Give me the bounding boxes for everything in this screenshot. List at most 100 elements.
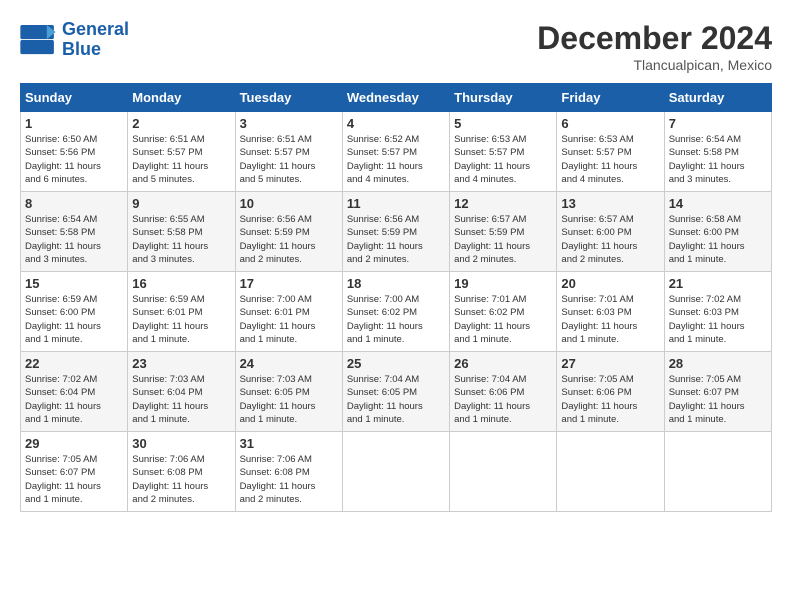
calendar-cell: 6 Sunrise: 6:53 AMSunset: 5:57 PMDaylight… <box>557 112 664 192</box>
day-info: Sunrise: 6:55 AMSunset: 5:58 PMDaylight:… <box>132 213 230 266</box>
day-number: 27 <box>561 356 659 371</box>
day-of-week-header: Thursday <box>450 84 557 112</box>
day-number: 28 <box>669 356 767 371</box>
calendar-cell: 20 Sunrise: 7:01 AMSunset: 6:03 PMDayligh… <box>557 272 664 352</box>
day-info: Sunrise: 6:56 AMSunset: 5:59 PMDaylight:… <box>347 213 445 266</box>
day-number: 10 <box>240 196 338 211</box>
day-info: Sunrise: 7:04 AMSunset: 6:05 PMDaylight:… <box>347 373 445 426</box>
day-info: Sunrise: 6:53 AMSunset: 5:57 PMDaylight:… <box>454 133 552 186</box>
day-number: 16 <box>132 276 230 291</box>
logo: General Blue <box>20 20 129 60</box>
day-info: Sunrise: 6:57 AMSunset: 6:00 PMDaylight:… <box>561 213 659 266</box>
calendar-cell: 21Sunrise: 7:02 AMSunset: 6:03 PMDayligh… <box>664 272 771 352</box>
calendar-cell: 25 Sunrise: 7:04 AMSunset: 6:05 PMDayligh… <box>342 352 449 432</box>
calendar-cell: 4Sunrise: 6:52 AMSunset: 5:57 PMDaylight… <box>342 112 449 192</box>
day-info: Sunrise: 6:56 AMSunset: 5:59 PMDaylight:… <box>240 213 338 266</box>
day-info: Sunrise: 6:54 AMSunset: 5:58 PMDaylight:… <box>25 213 123 266</box>
logo-icon <box>20 25 56 55</box>
calendar-week-row: 8 Sunrise: 6:54 AMSunset: 5:58 PMDaylight… <box>21 192 772 272</box>
day-of-week-header: Sunday <box>21 84 128 112</box>
day-number: 20 <box>561 276 659 291</box>
day-number: 17 <box>240 276 338 291</box>
day-info: Sunrise: 7:06 AMSunset: 6:08 PMDaylight:… <box>240 453 338 506</box>
day-number: 6 <box>561 116 659 131</box>
calendar-cell: 27 Sunrise: 7:05 AMSunset: 6:06 PMDayligh… <box>557 352 664 432</box>
day-info: Sunrise: 6:53 AMSunset: 5:57 PMDaylight:… <box>561 133 659 186</box>
calendar-cell: 30 Sunrise: 7:06 AMSunset: 6:08 PMDayligh… <box>128 432 235 512</box>
calendar-cell <box>342 432 449 512</box>
day-info: Sunrise: 7:04 AMSunset: 6:06 PMDaylight:… <box>454 373 552 426</box>
header: General Blue December 2024 Tlancualpican… <box>20 20 772 73</box>
day-info: Sunrise: 7:05 AMSunset: 6:07 PMDaylight:… <box>669 373 767 426</box>
calendar-cell: 14 Sunrise: 6:58 AMSunset: 6:00 PMDayligh… <box>664 192 771 272</box>
day-info: Sunrise: 7:03 AMSunset: 6:05 PMDaylight:… <box>240 373 338 426</box>
calendar-cell: 18 Sunrise: 7:00 AMSunset: 6:02 PMDayligh… <box>342 272 449 352</box>
logo-line1: General <box>62 19 129 39</box>
day-number: 31 <box>240 436 338 451</box>
day-info: Sunrise: 6:51 AMSunset: 5:57 PMDaylight:… <box>132 133 230 186</box>
day-number: 8 <box>25 196 123 211</box>
day-info: Sunrise: 7:06 AMSunset: 6:08 PMDaylight:… <box>132 453 230 506</box>
day-of-week-header: Wednesday <box>342 84 449 112</box>
calendar-cell: 9 Sunrise: 6:55 AMSunset: 5:58 PMDaylight… <box>128 192 235 272</box>
day-info: Sunrise: 6:52 AMSunset: 5:57 PMDaylight:… <box>347 133 445 186</box>
day-number: 26 <box>454 356 552 371</box>
day-info: Sunrise: 6:58 AMSunset: 6:00 PMDaylight:… <box>669 213 767 266</box>
day-number: 24 <box>240 356 338 371</box>
day-number: 23 <box>132 356 230 371</box>
calendar-cell: 16 Sunrise: 6:59 AMSunset: 6:01 PMDayligh… <box>128 272 235 352</box>
day-info: Sunrise: 6:50 AMSunset: 5:56 PMDaylight:… <box>25 133 123 186</box>
calendar-cell: 12Sunrise: 6:57 AMSunset: 5:59 PMDayligh… <box>450 192 557 272</box>
day-of-week-header: Monday <box>128 84 235 112</box>
calendar-week-row: 22 Sunrise: 7:02 AMSunset: 6:04 PMDayligh… <box>21 352 772 432</box>
day-number: 30 <box>132 436 230 451</box>
day-number: 2 <box>132 116 230 131</box>
calendar-cell: 11 Sunrise: 6:56 AMSunset: 5:59 PMDayligh… <box>342 192 449 272</box>
day-of-week-header: Tuesday <box>235 84 342 112</box>
day-of-week-header: Saturday <box>664 84 771 112</box>
day-number: 13 <box>561 196 659 211</box>
calendar-cell: 7Sunrise: 6:54 AMSunset: 5:58 PMDaylight… <box>664 112 771 192</box>
calendar-cell: 22 Sunrise: 7:02 AMSunset: 6:04 PMDayligh… <box>21 352 128 432</box>
logo-text: General Blue <box>62 20 129 60</box>
calendar-cell: 28 Sunrise: 7:05 AMSunset: 6:07 PMDayligh… <box>664 352 771 432</box>
day-info: Sunrise: 7:05 AMSunset: 6:07 PMDaylight:… <box>25 453 123 506</box>
day-info: Sunrise: 7:01 AMSunset: 6:02 PMDaylight:… <box>454 293 552 346</box>
calendar-header-row: SundayMondayTuesdayWednesdayThursdayFrid… <box>21 84 772 112</box>
calendar-cell: 19Sunrise: 7:01 AMSunset: 6:02 PMDayligh… <box>450 272 557 352</box>
calendar-cell <box>557 432 664 512</box>
day-info: Sunrise: 6:59 AMSunset: 6:00 PMDaylight:… <box>25 293 123 346</box>
location-subtitle: Tlancualpican, Mexico <box>537 57 772 73</box>
day-of-week-header: Friday <box>557 84 664 112</box>
calendar-cell <box>664 432 771 512</box>
calendar-cell: 10 Sunrise: 6:56 AMSunset: 5:59 PMDayligh… <box>235 192 342 272</box>
day-number: 15 <box>25 276 123 291</box>
day-number: 11 <box>347 196 445 211</box>
day-info: Sunrise: 6:51 AMSunset: 5:57 PMDaylight:… <box>240 133 338 186</box>
day-number: 29 <box>25 436 123 451</box>
day-number: 5 <box>454 116 552 131</box>
day-info: Sunrise: 7:00 AMSunset: 6:02 PMDaylight:… <box>347 293 445 346</box>
day-info: Sunrise: 7:05 AMSunset: 6:06 PMDaylight:… <box>561 373 659 426</box>
calendar-cell: 31 Sunrise: 7:06 AMSunset: 6:08 PMDayligh… <box>235 432 342 512</box>
calendar-cell: 24 Sunrise: 7:03 AMSunset: 6:05 PMDayligh… <box>235 352 342 432</box>
calendar-cell: 26 Sunrise: 7:04 AMSunset: 6:06 PMDayligh… <box>450 352 557 432</box>
day-info: Sunrise: 7:03 AMSunset: 6:04 PMDaylight:… <box>132 373 230 426</box>
day-number: 7 <box>669 116 767 131</box>
day-number: 12 <box>454 196 552 211</box>
calendar-cell: 2 Sunrise: 6:51 AMSunset: 5:57 PMDaylight… <box>128 112 235 192</box>
day-number: 22 <box>25 356 123 371</box>
day-info: Sunrise: 6:59 AMSunset: 6:01 PMDaylight:… <box>132 293 230 346</box>
calendar-cell: 29 Sunrise: 7:05 AMSunset: 6:07 PMDayligh… <box>21 432 128 512</box>
calendar-cell: 13 Sunrise: 6:57 AMSunset: 6:00 PMDayligh… <box>557 192 664 272</box>
day-number: 1 <box>25 116 123 131</box>
calendar-cell: 1 Sunrise: 6:50 AMSunset: 5:56 PMDaylight… <box>21 112 128 192</box>
day-info: Sunrise: 7:01 AMSunset: 6:03 PMDaylight:… <box>561 293 659 346</box>
calendar-cell: 17Sunrise: 7:00 AMSunset: 6:01 PMDayligh… <box>235 272 342 352</box>
day-number: 25 <box>347 356 445 371</box>
day-number: 18 <box>347 276 445 291</box>
day-info: Sunrise: 7:02 AMSunset: 6:04 PMDaylight:… <box>25 373 123 426</box>
day-number: 9 <box>132 196 230 211</box>
day-number: 14 <box>669 196 767 211</box>
logo-line2: Blue <box>62 39 101 59</box>
